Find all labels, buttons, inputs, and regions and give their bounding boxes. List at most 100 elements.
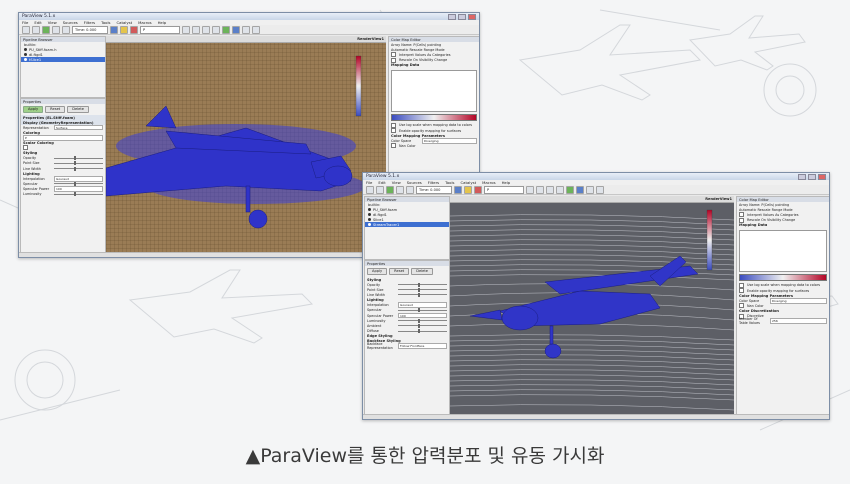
axis-x-icon[interactable] xyxy=(536,185,544,194)
delete-button[interactable]: Delete xyxy=(411,268,434,275)
reset-button[interactable]: Reset xyxy=(389,268,410,275)
contour-icon[interactable] xyxy=(232,25,240,34)
menu-filters[interactable]: Filters xyxy=(84,20,95,25)
luminosity-slider[interactable] xyxy=(54,192,103,197)
close-icon[interactable] xyxy=(818,173,826,180)
apply-button[interactable]: Apply xyxy=(367,268,388,275)
slice-icon[interactable] xyxy=(596,185,604,194)
camera-icon[interactable] xyxy=(110,25,118,34)
backface-select[interactable]: Follow Frontface xyxy=(398,343,447,350)
ambient-slider[interactable] xyxy=(398,323,447,328)
checkbox[interactable] xyxy=(739,217,744,223)
calculator-icon[interactable] xyxy=(566,185,574,194)
colormap-gradient[interactable] xyxy=(391,113,477,121)
menu-sources[interactable]: Sources xyxy=(407,180,422,185)
menu-help[interactable]: Help xyxy=(502,180,511,185)
axis-y-icon[interactable] xyxy=(202,25,210,34)
render-view[interactable]: RenderView1 xyxy=(106,36,386,253)
menu-help[interactable]: Help xyxy=(158,20,167,25)
specular-power-field[interactable]: 100 xyxy=(398,312,447,319)
menu-macros[interactable]: Macros xyxy=(138,20,151,25)
contour-icon[interactable] xyxy=(576,185,584,194)
line-width-slider[interactable] xyxy=(398,292,447,297)
eye-icon[interactable] xyxy=(368,208,371,211)
menu-file[interactable]: File xyxy=(366,180,372,185)
menu-edit[interactable]: Edit xyxy=(34,20,41,25)
diffuse-slider[interactable] xyxy=(398,329,447,334)
save-icon[interactable] xyxy=(32,25,40,34)
menu-view[interactable]: View xyxy=(48,20,57,25)
menu-filters[interactable]: Filters xyxy=(428,180,439,185)
line-width-slider[interactable] xyxy=(54,166,103,171)
apply-button[interactable]: Apply xyxy=(23,106,44,113)
specular-power-field[interactable]: 100 xyxy=(54,186,103,192)
mapping-data-graph[interactable] xyxy=(739,229,827,272)
first-frame-icon[interactable] xyxy=(52,25,60,34)
table-values-field[interactable]: 256 xyxy=(770,318,827,325)
last-frame-icon[interactable] xyxy=(406,185,414,194)
menu-tools[interactable]: Tools xyxy=(101,20,110,25)
save-icon[interactable] xyxy=(376,185,384,194)
menu-file[interactable]: File xyxy=(22,20,28,25)
play-icon[interactable] xyxy=(386,185,394,194)
menu-macros[interactable]: Macros xyxy=(482,180,495,185)
play-icon[interactable] xyxy=(42,25,50,34)
menu-tools[interactable]: Tools xyxy=(445,180,454,185)
color-field-select[interactable]: P xyxy=(140,25,180,34)
point-size-slider[interactable] xyxy=(54,161,103,166)
checkbox[interactable] xyxy=(391,143,396,149)
reset-camera-icon[interactable] xyxy=(182,25,190,34)
eye-icon[interactable] xyxy=(24,48,27,51)
minimize-icon[interactable] xyxy=(798,173,806,180)
menu-catalyst[interactable]: Catalyst xyxy=(461,180,477,185)
axis-y-icon[interactable] xyxy=(546,185,554,194)
clip-icon[interactable] xyxy=(242,25,250,34)
clip-icon[interactable] xyxy=(586,185,594,194)
minimize-icon[interactable] xyxy=(448,13,456,20)
specular-slider[interactable] xyxy=(398,308,447,313)
open-icon[interactable] xyxy=(22,25,30,34)
camera-icon[interactable] xyxy=(454,185,462,194)
maximize-icon[interactable] xyxy=(808,173,816,180)
point-size-slider[interactable] xyxy=(398,287,447,292)
checkbox[interactable] xyxy=(23,145,28,151)
first-frame-icon[interactable] xyxy=(396,185,404,194)
interpolation-select[interactable]: Gouraud xyxy=(398,302,447,308)
color-field-select[interactable]: P xyxy=(484,185,524,194)
opacity-slider[interactable] xyxy=(398,282,447,287)
slice-icon[interactable] xyxy=(252,25,260,34)
checkbox[interactable] xyxy=(391,128,396,134)
time-field[interactable]: Time: 0.000 xyxy=(416,185,452,194)
color-select[interactable]: P xyxy=(23,134,103,141)
luminosity-slider[interactable] xyxy=(398,318,447,323)
eye-icon[interactable] xyxy=(24,53,27,56)
open-icon[interactable] xyxy=(366,185,374,194)
delete-button[interactable]: Delete xyxy=(67,106,90,113)
colormap-icon[interactable] xyxy=(130,25,138,34)
axis-z-icon[interactable] xyxy=(212,25,220,34)
representation-select[interactable]: Surface xyxy=(54,124,103,131)
time-field[interactable]: Time: 0.000 xyxy=(72,25,108,34)
menu-view[interactable]: View xyxy=(392,180,401,185)
color-space-select[interactable]: Diverging xyxy=(422,137,477,144)
render-view[interactable]: RenderView1 xyxy=(450,196,734,415)
close-icon[interactable] xyxy=(468,13,476,20)
calculator-icon[interactable] xyxy=(222,25,230,34)
menu-sources[interactable]: Sources xyxy=(63,20,78,25)
reset-button[interactable]: Reset xyxy=(45,106,66,113)
reset-camera-icon[interactable] xyxy=(526,185,534,194)
eye-icon[interactable] xyxy=(368,213,371,216)
menu-catalyst[interactable]: Catalyst xyxy=(117,20,133,25)
pipeline-item[interactable]: StreamTracer1 xyxy=(365,222,449,227)
maximize-icon[interactable] xyxy=(458,13,466,20)
checkbox[interactable] xyxy=(739,288,744,294)
eye-icon[interactable] xyxy=(368,218,371,221)
ruler-icon[interactable] xyxy=(464,185,472,194)
interpolation-select[interactable]: Gouraud xyxy=(54,175,103,182)
axis-x-icon[interactable] xyxy=(192,25,200,34)
colormap-gradient[interactable] xyxy=(739,273,827,281)
checkbox[interactable] xyxy=(391,57,396,63)
ruler-icon[interactable] xyxy=(120,25,128,34)
specular-slider[interactable] xyxy=(54,181,103,186)
eye-icon[interactable] xyxy=(24,58,27,61)
